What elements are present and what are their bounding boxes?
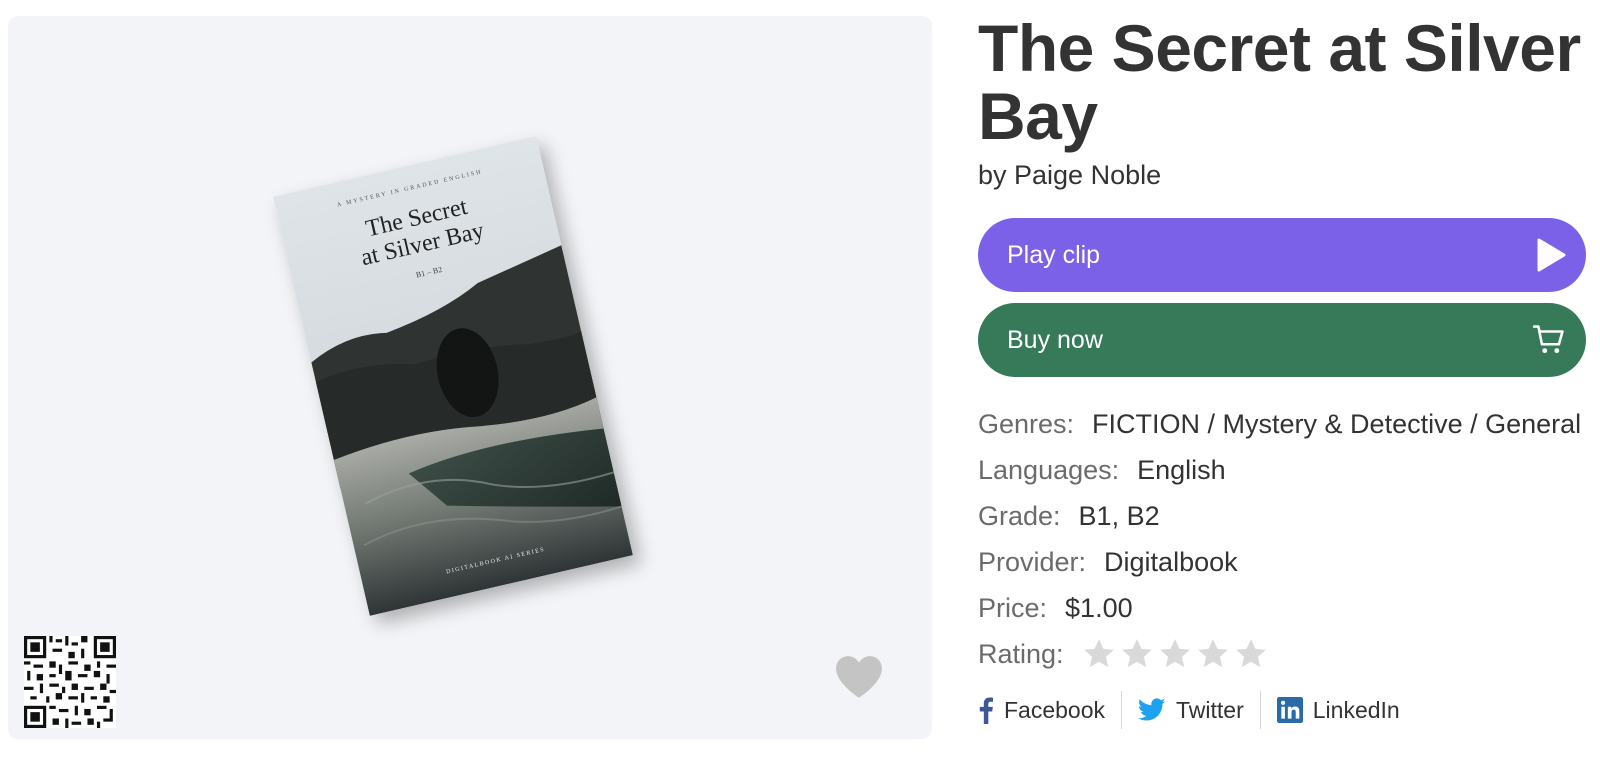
- star-icon[interactable]: [1234, 637, 1268, 671]
- grade-label: Grade:: [978, 500, 1061, 531]
- linkedin-label: LinkedIn: [1312, 696, 1400, 723]
- genres-value: FICTION / Mystery & Detective / General: [1092, 408, 1582, 439]
- heart-icon[interactable]: [834, 654, 884, 700]
- book-details: Genres: FICTION / Mystery & Detective / …: [978, 401, 1588, 677]
- share-twitter[interactable]: Twitter: [1138, 693, 1244, 728]
- provider-row: Provider: Digitalbook: [978, 539, 1588, 585]
- book-title: The Secret at Silver Bay: [978, 11, 1581, 153]
- cart-icon: [1532, 325, 1564, 354]
- languages-label: Languages:: [978, 454, 1120, 485]
- provider-value: Digitalbook: [1104, 546, 1238, 577]
- price-label: Price:: [978, 592, 1048, 623]
- facebook-label: Facebook: [1004, 696, 1106, 723]
- buy-now-button[interactable]: Buy now: [978, 303, 1586, 377]
- play-icon: [1537, 238, 1566, 272]
- twitter-label: Twitter: [1176, 696, 1244, 723]
- twitter-icon: [1138, 698, 1166, 721]
- genres-row: Genres: FICTION / Mystery & Detective / …: [978, 401, 1588, 447]
- rating-label: Rating:: [978, 638, 1064, 669]
- play-clip-label: Play clip: [1007, 240, 1101, 269]
- linkedin-icon: [1276, 697, 1303, 723]
- star-icon[interactable]: [1082, 637, 1116, 671]
- languages-value: English: [1137, 454, 1226, 485]
- share-linkedin[interactable]: LinkedIn: [1276, 693, 1400, 728]
- rating-row: Rating:: [978, 631, 1588, 677]
- share-divider: [1121, 691, 1123, 729]
- star-icon[interactable]: [1120, 637, 1154, 671]
- price-row: Price: $1.00: [978, 585, 1588, 631]
- grade-value: B1, B2: [1078, 500, 1160, 531]
- rating-stars[interactable]: [1082, 637, 1268, 671]
- book-preview-panel: A MYSTERY IN GRADED ENGLISH The Secret a…: [8, 16, 932, 739]
- play-clip-button[interactable]: Play clip: [978, 218, 1586, 292]
- qr-code-icon: [24, 636, 116, 728]
- star-icon[interactable]: [1158, 637, 1192, 671]
- provider-label: Provider:: [978, 546, 1087, 577]
- genres-label: Genres:: [978, 408, 1075, 439]
- share-divider: [1259, 691, 1261, 729]
- book-info-panel: The Secret at Silver Bay by Paige Noble …: [978, 14, 1588, 729]
- share-bar: Facebook Twitter LinkedIn: [978, 691, 1588, 729]
- star-icon[interactable]: [1196, 637, 1230, 671]
- book-cover: A MYSTERY IN GRADED ENGLISH The Secret a…: [273, 136, 633, 616]
- languages-row: Languages: English: [978, 447, 1588, 493]
- facebook-icon: [979, 697, 993, 724]
- grade-row: Grade: B1, B2: [978, 493, 1588, 539]
- book-author: by Paige Noble: [978, 160, 1162, 190]
- price-value: $1.00: [1065, 592, 1133, 623]
- buy-now-label: Buy now: [1007, 325, 1103, 354]
- share-facebook[interactable]: Facebook: [978, 692, 1105, 728]
